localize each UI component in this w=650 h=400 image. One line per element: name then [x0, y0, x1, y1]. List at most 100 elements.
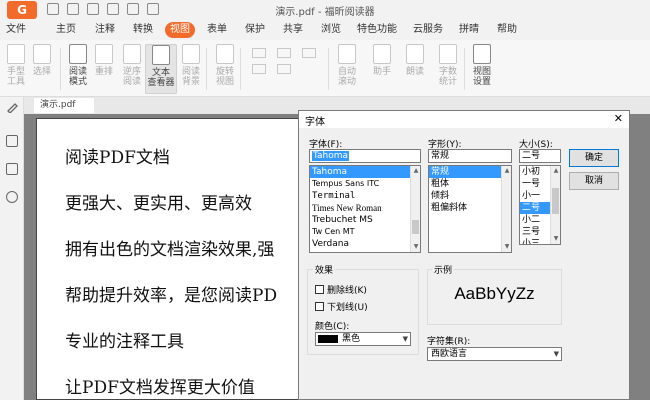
cover-page-icon[interactable] [277, 64, 291, 74]
list-item[interactable]: Tw Cen MT [310, 226, 420, 238]
font-size-list[interactable]: 小初 一号 小一 二号 小二 三号 小三 ▲ ▼ [519, 165, 561, 245]
color-value: 黑色 [342, 334, 361, 344]
font-size-field[interactable]: 二号 [519, 149, 561, 163]
select-tool-button[interactable]: 选择 [26, 44, 58, 94]
sample-label: 示例 [432, 263, 455, 276]
read-background-label: 阅读 背景 [181, 67, 200, 87]
list-item[interactable]: 常规 [429, 166, 511, 178]
sample-group: AaBbYyZz [427, 269, 562, 325]
view-settings-icon [473, 44, 491, 64]
scroll-down-icon[interactable]: ▼ [503, 243, 511, 251]
menu-comment[interactable]: 注释 [91, 22, 119, 38]
scroll-up-icon[interactable]: ▲ [503, 167, 511, 175]
font-list-scrollbar[interactable]: ▲ ▼ [410, 166, 420, 252]
pages-icon[interactable] [6, 163, 18, 175]
doc-line: 帮助提升效率，是您阅读PD [65, 286, 278, 306]
window-title: 演示.pdf - 福昕阅读器 [275, 7, 375, 18]
menu-cloud[interactable]: 云服务 [411, 22, 445, 38]
list-item[interactable]: 粗体 [429, 178, 511, 190]
rotate-view-icon [216, 44, 234, 64]
read-background-icon [182, 44, 200, 64]
list-item[interactable]: Tempus Sans ITC [310, 178, 420, 190]
menu-pinqing[interactable]: 拼晴 [455, 22, 483, 38]
font-list[interactable]: Tahoma Tempus Sans ITC Terminal Times Ne… [309, 165, 421, 253]
size-list-scrollbar[interactable]: ▲ ▼ [550, 166, 560, 244]
read-aloud-button[interactable]: 朗读 [399, 44, 431, 94]
word-count-button[interactable]: 字数 统计 [432, 44, 464, 94]
font-name-field[interactable]: Tahoma [309, 149, 421, 163]
read-aloud-label: 朗读 [405, 67, 424, 77]
scroll-down-icon[interactable]: ▼ [412, 243, 420, 251]
hand-small-icon[interactable] [6, 101, 18, 114]
bookmark-icon[interactable] [6, 135, 18, 147]
menu-home[interactable]: 主页 [52, 22, 80, 38]
strikeout-checkbox[interactable] [315, 285, 324, 294]
list-item[interactable]: Tahoma [310, 166, 420, 178]
rotate-view-button[interactable]: 旋转 视图 [209, 44, 241, 94]
menu-help[interactable]: 帮助 [493, 22, 521, 38]
menu-convert[interactable]: 转换 [129, 22, 157, 38]
assistant-icon [373, 44, 391, 64]
underline-label: 下划线(U) [327, 303, 368, 313]
strikeout-label: 删除线(K) [327, 286, 367, 296]
single-page-icon[interactable] [252, 48, 266, 58]
hand-icon [7, 44, 25, 64]
select-icon [33, 44, 51, 64]
chevron-down-icon: ▼ [402, 335, 408, 343]
charset-value: 西欧语言 [431, 349, 468, 359]
doc-line: 拥有出色的文档渲染效果,强 [65, 240, 275, 260]
style-list-scrollbar[interactable]: ▲ ▼ [501, 166, 511, 252]
continuous-icon[interactable] [252, 64, 266, 74]
scroll-thumb[interactable] [412, 220, 419, 234]
list-item[interactable]: 粗偏斜体 [429, 202, 511, 214]
doc-line: 更强大、更实用、更高效 [65, 194, 252, 214]
doc-line: 让PDF文档发挥更大价值 [65, 378, 255, 398]
text-viewer-label: 文本 查看器 [147, 68, 175, 88]
rotate-view-label: 旋转 视图 [215, 67, 234, 87]
menu-browse[interactable]: 浏览 [317, 22, 345, 38]
font-dialog: 字体 ✕ 字体(F): Tahoma Tahoma Tempus Sans IT… [298, 110, 630, 400]
ribbon-toolbar: 手型 工具 选择 阅读 模式 重排 逆序 阅读 文本 查看器 阅读 背景 旋转 … [0, 40, 650, 97]
color-select[interactable]: 黑色 ▼ [315, 332, 411, 346]
underline-checkbox[interactable] [315, 302, 324, 311]
close-icon[interactable]: ✕ [614, 112, 623, 125]
pdf-page[interactable]: 阅读PDF文档 更强大、更实用、更高效 拥有出色的文档渲染效果,强 帮助提升效率… [36, 118, 306, 400]
font-style-list[interactable]: 常规 粗体 倾斜 粗偏斜体 ▲ ▼ [428, 165, 512, 253]
list-item[interactable]: 倾斜 [429, 190, 511, 202]
menu-share[interactable]: 共享 [279, 22, 307, 38]
reverse-read-button[interactable]: 逆序 阅读 [116, 44, 148, 94]
scroll-up-icon[interactable]: ▲ [552, 167, 560, 175]
text-viewer-button[interactable]: 文本 查看器 [145, 44, 177, 94]
color-swatch [318, 335, 338, 343]
menu-form[interactable]: 表单 [203, 22, 231, 38]
assistant-button[interactable]: 助手 [366, 44, 398, 94]
auto-scroll-button[interactable]: 自动 滚动 [331, 44, 363, 94]
scroll-up-icon[interactable]: ▲ [412, 167, 420, 175]
ok-button[interactable]: 确定 [569, 149, 619, 167]
ribbon-divider [240, 48, 241, 90]
ribbon-divider [206, 48, 207, 90]
charset-select[interactable]: 西欧语言 ▼ [427, 347, 562, 361]
view-settings-button[interactable]: 视图 设置 [466, 44, 498, 94]
scroll-down-icon[interactable]: ▼ [552, 235, 560, 243]
list-item[interactable]: Times New Roman [310, 202, 420, 214]
font-style-field[interactable]: 常规 [428, 149, 512, 163]
title-bar: G 演示.pdf - 福昕阅读器 [0, 0, 650, 20]
menu-view[interactable]: 视图 [165, 22, 195, 38]
comment-icon[interactable] [6, 191, 18, 203]
facing-icon[interactable] [277, 48, 291, 58]
scroll-thumb[interactable] [552, 188, 559, 214]
menu-file[interactable]: 文件 [2, 22, 30, 38]
document-tab[interactable]: 演示.pdf [34, 98, 94, 113]
list-item[interactable]: Trebuchet MS [310, 214, 420, 226]
word-count-label: 字数 统计 [438, 67, 457, 87]
read-background-button[interactable]: 阅读 背景 [175, 44, 207, 94]
split-icon[interactable] [302, 48, 316, 58]
menu-protect[interactable]: 保护 [241, 22, 269, 38]
list-item[interactable]: Terminal [310, 190, 420, 202]
menu-features[interactable]: 特色功能 [357, 22, 397, 38]
reverse-read-icon [123, 44, 141, 64]
effects-label: 效果 [313, 263, 336, 276]
cancel-button[interactable]: 取消 [569, 172, 619, 190]
list-item[interactable]: Verdana [310, 238, 420, 250]
